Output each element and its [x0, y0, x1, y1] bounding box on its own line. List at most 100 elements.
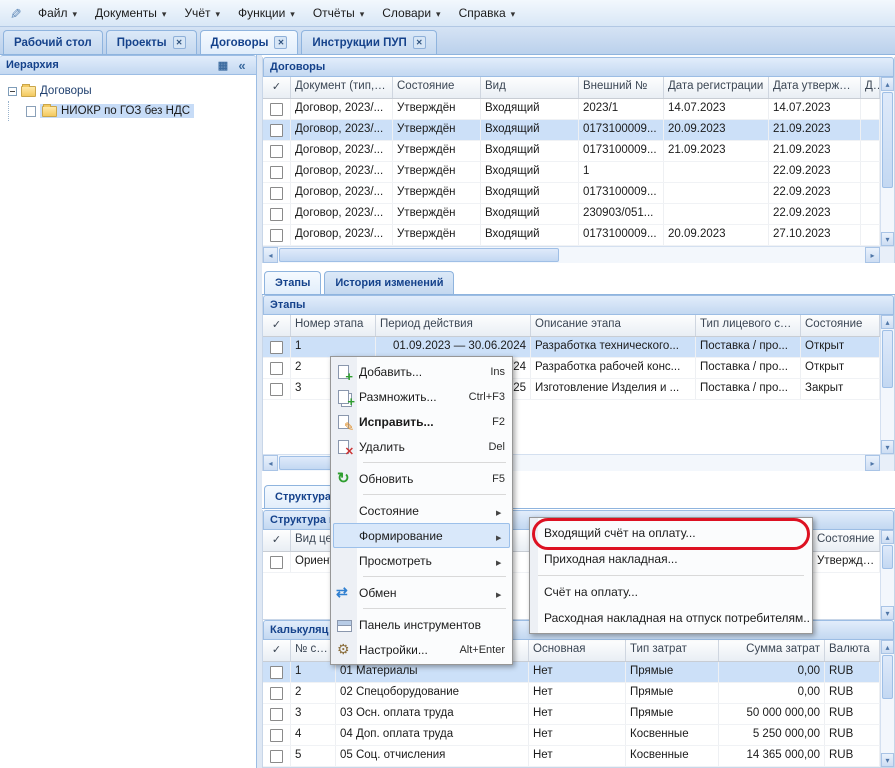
scrollbar-thumb[interactable]: [882, 655, 893, 699]
row-checkbox[interactable]: [270, 166, 283, 179]
submenu-item-incoming-invoice[interactable]: Входящий счёт на оплату...: [532, 520, 810, 546]
menu-item-edit[interactable]: Исправить...F2: [333, 409, 510, 434]
menu-item-refresh[interactable]: ОбновитьF5: [333, 466, 510, 491]
column-base[interactable]: Основная: [529, 640, 626, 661]
vertical-scrollbar[interactable]: ▴ ▾: [880, 77, 894, 246]
table-row[interactable]: 404 Доп. оплата трудаНетКосвенные5 250 0…: [263, 725, 880, 746]
row-checkbox[interactable]: [270, 556, 283, 569]
column-period[interactable]: Период действия: [376, 315, 531, 336]
menu-item-toolbar[interactable]: Панель инструментов: [333, 612, 510, 637]
row-checkbox[interactable]: [270, 103, 283, 116]
menu-reports[interactable]: Отчёты: [305, 2, 372, 24]
grid-view-icon[interactable]: [215, 58, 231, 73]
menu-documents[interactable]: Документы: [87, 2, 174, 24]
column-reg-date[interactable]: Дата регистрации: [664, 77, 769, 98]
horizontal-scrollbar[interactable]: ◂ ▸: [263, 246, 894, 263]
column-currency[interactable]: Валюта: [825, 640, 880, 661]
table-row[interactable]: Договор, 2023/...УтверждёнВходящий017310…: [263, 183, 880, 204]
column-stage-num[interactable]: Номер этапа: [291, 315, 376, 336]
column-descr[interactable]: Описание этапа: [531, 315, 696, 336]
column-check[interactable]: ✓: [263, 77, 291, 98]
column-state[interactable]: Состояние: [801, 315, 880, 336]
scrollbar-thumb[interactable]: [882, 92, 893, 188]
tab-contracts[interactable]: Договоры: [200, 30, 299, 54]
menu-item-view[interactable]: Просмотреть: [333, 548, 510, 573]
vertical-scrollbar[interactable]: ▴ ▾: [880, 640, 894, 767]
collapse-panel-icon[interactable]: [234, 58, 250, 73]
scroll-up-icon[interactable]: ▴: [881, 530, 894, 544]
column-kind[interactable]: Вид: [481, 77, 579, 98]
submenu-item-receipt-note[interactable]: Приходная накладная...: [532, 546, 810, 572]
row-checkbox[interactable]: [270, 187, 283, 200]
column-account-type[interactable]: Тип лицевого счёт: [696, 315, 801, 336]
menu-help[interactable]: Справка: [451, 2, 524, 24]
vertical-scrollbar[interactable]: ▴ ▾: [880, 315, 894, 454]
column-appr-date[interactable]: Дата утверждения: [769, 77, 861, 98]
row-checkbox[interactable]: [270, 750, 283, 763]
row-checkbox[interactable]: [270, 208, 283, 221]
scrollbar-thumb[interactable]: [882, 545, 893, 569]
column-doc[interactable]: Документ (тип, №: [291, 77, 393, 98]
column-date-more[interactable]: Дата: [861, 77, 880, 98]
scroll-left-icon[interactable]: ◂: [263, 247, 278, 263]
tree-node-niokr[interactable]: НИОКР по ГОЗ без НДС: [4, 101, 252, 121]
scroll-down-icon[interactable]: ▾: [881, 753, 894, 767]
row-checkbox[interactable]: [270, 145, 283, 158]
table-row-selected[interactable]: 101.09.2023 — 30.06.2024Разработка техни…: [263, 337, 880, 358]
column-ext-no[interactable]: Внешний №: [579, 77, 664, 98]
row-checkbox[interactable]: [270, 687, 283, 700]
scroll-up-icon[interactable]: ▴: [881, 640, 894, 654]
menu-item-delete[interactable]: УдалитьDel: [333, 434, 510, 459]
column-check[interactable]: ✓: [263, 315, 291, 336]
row-checkbox[interactable]: [270, 341, 283, 354]
scroll-down-icon[interactable]: ▾: [881, 232, 894, 246]
collapse-node-icon[interactable]: [8, 87, 17, 96]
tab-desktop[interactable]: Рабочий стол: [3, 30, 103, 54]
tab-projects[interactable]: Проекты: [106, 30, 197, 54]
tab-instructions[interactable]: Инструкции ПУП: [301, 30, 436, 54]
row-checkbox[interactable]: [270, 729, 283, 742]
row-checkbox[interactable]: [270, 666, 283, 679]
menu-functions[interactable]: Функции: [230, 2, 303, 24]
column-cost-type[interactable]: Тип затрат: [626, 640, 719, 661]
table-row[interactable]: 303 Осн. оплата трудаНетПрямые50 000 000…: [263, 704, 880, 725]
column-state[interactable]: Состояние: [813, 530, 880, 551]
tree-node-contracts[interactable]: Договоры: [4, 81, 252, 101]
submenu-item-dispatch-note[interactable]: Расходная накладная на отпуск потребител…: [532, 605, 810, 631]
close-icon[interactable]: [274, 36, 287, 49]
menu-item-add[interactable]: Добавить...Ins: [333, 359, 510, 384]
table-row[interactable]: Договор, 2023/...УтверждёнВходящий017310…: [263, 141, 880, 162]
row-checkbox[interactable]: [270, 383, 283, 396]
row-checkbox[interactable]: [270, 229, 283, 242]
column-check[interactable]: ✓: [263, 640, 291, 661]
row-checkbox[interactable]: [270, 708, 283, 721]
table-row[interactable]: Договор, 2023/...УтверждёнВходящий2023/1…: [263, 99, 880, 120]
scroll-up-icon[interactable]: ▴: [881, 77, 894, 91]
column-check[interactable]: ✓: [263, 530, 291, 551]
close-icon[interactable]: [413, 36, 426, 49]
menu-item-settings[interactable]: Настройки...Alt+Enter: [333, 637, 510, 662]
menu-item-duplicate[interactable]: Размножить...Ctrl+F3: [333, 384, 510, 409]
tab-stages[interactable]: Этапы: [264, 271, 321, 294]
table-row[interactable]: Договор, 2023/...УтверждёнВходящий122.09…: [263, 162, 880, 183]
scroll-down-icon[interactable]: ▾: [881, 440, 894, 454]
scroll-up-icon[interactable]: ▴: [881, 315, 894, 329]
vertical-scrollbar[interactable]: ▴ ▾: [880, 530, 894, 620]
column-state[interactable]: Состояние: [393, 77, 481, 98]
menu-item-exchange[interactable]: Обмен: [333, 580, 510, 605]
scroll-right-icon[interactable]: ▸: [865, 247, 880, 263]
table-row[interactable]: Договор, 2023/...УтверждёнВходящий017310…: [263, 225, 880, 246]
menu-item-state[interactable]: Состояние: [333, 498, 510, 523]
scroll-right-icon[interactable]: ▸: [865, 455, 880, 471]
table-row[interactable]: 505 Соц. отчисленияНетКосвенные14 365 00…: [263, 746, 880, 767]
menu-item-formation[interactable]: Формирование: [333, 523, 510, 548]
row-checkbox[interactable]: [270, 124, 283, 137]
menu-dictionaries[interactable]: Словари: [374, 2, 448, 24]
table-row[interactable]: Договор, 2023/...УтверждёнВходящий230903…: [263, 204, 880, 225]
submenu-item-invoice[interactable]: Счёт на оплату...: [532, 579, 810, 605]
column-amount[interactable]: Сумма затрат: [719, 640, 825, 661]
scroll-down-icon[interactable]: ▾: [881, 606, 894, 620]
scrollbar-thumb[interactable]: [882, 330, 893, 388]
table-row-selected[interactable]: 101 МатериалыНетПрямые0,00RUB: [263, 662, 880, 683]
table-row[interactable]: 202 СпецоборудованиеНетПрямые0,00RUB: [263, 683, 880, 704]
